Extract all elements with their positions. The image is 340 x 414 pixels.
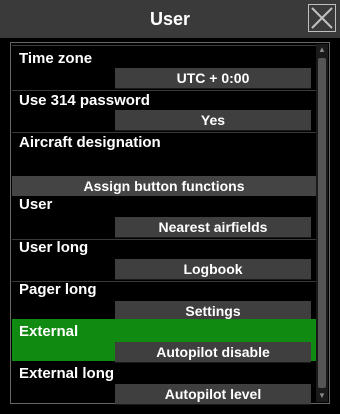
aircraft-designation-label[interactable]: Aircraft designation — [19, 134, 161, 151]
user-long-value[interactable]: Logbook — [115, 259, 311, 280]
external-label: External — [19, 323, 79, 340]
user-value[interactable]: Nearest airfields — [115, 217, 311, 238]
assign-button-functions-header[interactable]: Assign button functions — [12, 176, 316, 196]
scrollbar[interactable]: ▲ ▼ — [316, 44, 328, 402]
close-x-icon — [311, 7, 333, 29]
password-value[interactable]: Yes — [115, 110, 311, 131]
title-bar: User — [0, 0, 340, 38]
password-label: Use 314 password — [19, 92, 150, 109]
scroll-up-icon[interactable]: ▲ — [316, 44, 328, 56]
scrollbar-thumb[interactable] — [318, 58, 326, 388]
close-button[interactable] — [308, 4, 336, 32]
external-long-label: External long — [19, 365, 115, 382]
timezone-value[interactable]: UTC + 0:00 — [115, 68, 311, 89]
user-long-label: User long — [19, 239, 89, 256]
user-settings-window: User Time zone UTC + 0:00 Use 314 passwo… — [0, 0, 340, 414]
external-value[interactable]: Autopilot disable — [115, 342, 311, 363]
timezone-label: Time zone — [19, 50, 93, 67]
external-long-value[interactable]: Autopilot level — [115, 384, 311, 405]
user-label: User — [19, 196, 53, 213]
scroll-down-icon[interactable]: ▼ — [316, 390, 328, 402]
window-title: User — [149, 8, 191, 29]
divider — [12, 132, 316, 133]
settings-list[interactable]: Time zone UTC + 0:00 Use 314 password Ye… — [10, 42, 330, 405]
pager-long-label: Pager long — [19, 281, 97, 298]
top-separator — [12, 45, 316, 46]
divider — [12, 90, 316, 91]
